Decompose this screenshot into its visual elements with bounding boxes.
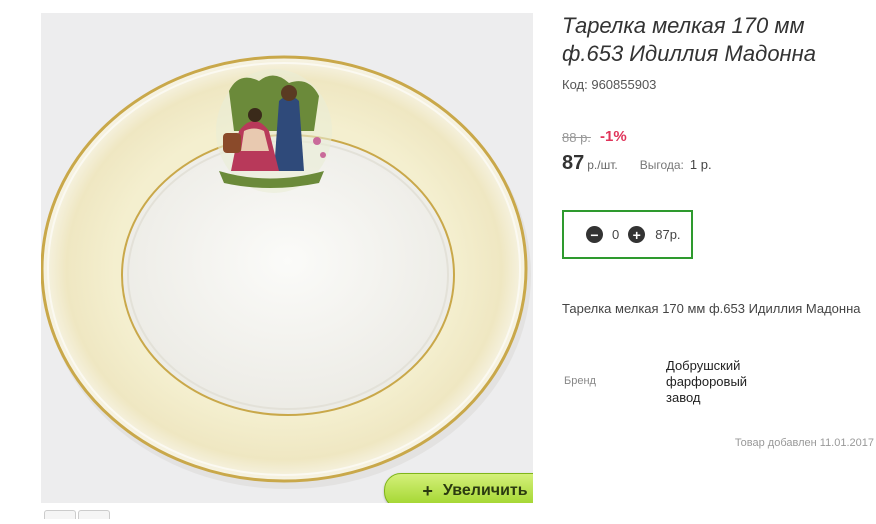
zoom-button-label: Увеличить bbox=[442, 482, 528, 499]
product-image[interactable]: + Увеличить bbox=[41, 13, 533, 503]
line-total: 87р. bbox=[655, 227, 681, 242]
plate-illustration bbox=[41, 55, 531, 489]
product-title: Тарелка мелкая 170 мм ф.653 Идиллия Мадо… bbox=[562, 13, 817, 66]
product-code-value: 960855903 bbox=[591, 77, 657, 92]
quantity-stepper: − 0 + 87р. bbox=[562, 210, 693, 259]
quantity-value[interactable]: 0 bbox=[612, 227, 619, 242]
thumbnail-strip bbox=[44, 506, 114, 519]
product-description: Тарелка мелкая 170 мм ф.653 Идиллия Мадо… bbox=[562, 301, 861, 316]
profit-label: Выгода: bbox=[639, 158, 684, 172]
plus-icon: + bbox=[422, 480, 433, 501]
discount-badge: -1% bbox=[600, 128, 627, 145]
thumbnail[interactable] bbox=[78, 510, 110, 519]
price-row: 87 р./шт. Выгода: 1 р. bbox=[562, 152, 712, 175]
brand-value[interactable]: Добрушский фарфоровый завод bbox=[666, 358, 776, 406]
brand-label: Бренд bbox=[564, 375, 596, 387]
minus-circle-icon[interactable]: − bbox=[586, 226, 603, 243]
plus-circle-icon[interactable]: + bbox=[628, 226, 646, 243]
product-code-label: Код: bbox=[562, 77, 588, 92]
plate-decal bbox=[216, 69, 332, 193]
profit-value: 1 р. bbox=[689, 157, 712, 172]
price-unit: р./шт. bbox=[587, 158, 618, 172]
old-price: 88 р. bbox=[562, 130, 591, 145]
price-value: 87 bbox=[562, 152, 585, 174]
thumbnail[interactable] bbox=[44, 510, 76, 519]
zoom-button[interactable]: + Увеличить bbox=[384, 473, 533, 503]
added-date: Товар добавлен 11.01.2017 bbox=[734, 437, 874, 449]
product-code: Код: 960855903 bbox=[562, 77, 656, 92]
